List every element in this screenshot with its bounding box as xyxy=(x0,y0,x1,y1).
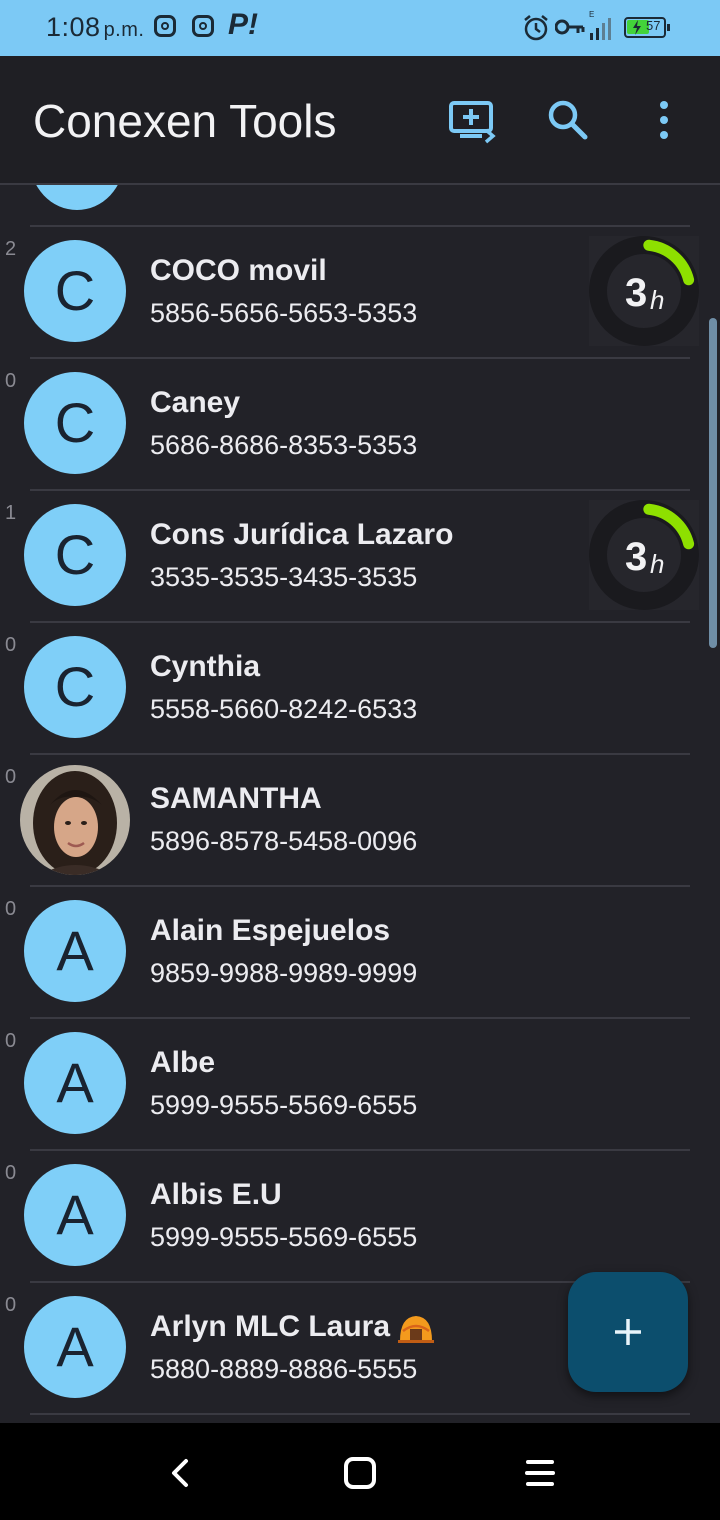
count-label: 0 xyxy=(5,370,17,392)
avatar[interactable]: C xyxy=(24,504,126,606)
count-label: 1 xyxy=(5,502,17,524)
avatar[interactable]: A xyxy=(24,1032,126,1134)
contact-number: 5999-9555-5569-6555 xyxy=(150,1090,418,1120)
contact-name: Cynthia xyxy=(150,650,261,683)
contact-number: 3535-3535-3435-3535 xyxy=(150,562,418,592)
more-vert-icon[interactable] xyxy=(638,94,690,146)
svg-text:E: E xyxy=(589,10,594,19)
scrollbar[interactable] xyxy=(709,318,717,648)
contact-number: 5880-8889-8886-5555 xyxy=(150,1354,418,1384)
divider xyxy=(30,1413,690,1415)
contact-number: 5896-8578-5458-0096 xyxy=(150,826,418,856)
svg-text:h: h xyxy=(650,549,664,579)
hut-icon xyxy=(398,1316,435,1344)
menu-icon[interactable] xyxy=(520,1453,560,1493)
contact-number: 9859-9988-9989-9999 xyxy=(150,958,418,988)
instagram-icon xyxy=(154,15,176,37)
avatar[interactable]: A xyxy=(24,1296,126,1398)
contact-name: Albis E.U xyxy=(150,1178,282,1211)
count-label: 0 xyxy=(5,634,17,656)
avatar[interactable]: A xyxy=(24,1164,126,1266)
contact-name: Alain Espejuelos xyxy=(150,914,391,947)
svg-text:3: 3 xyxy=(625,535,647,579)
contact-name: Arlyn MLC Laura xyxy=(150,1310,435,1344)
avatar[interactable]: A xyxy=(24,900,126,1002)
add-icon xyxy=(615,1319,641,1345)
avatar[interactable]: C xyxy=(24,240,126,342)
add-contact-button[interactable] xyxy=(568,1272,688,1392)
count-label: 0 xyxy=(5,1294,17,1316)
back-icon[interactable] xyxy=(160,1453,200,1493)
contact-number: 5856-5656-5653-5353 xyxy=(150,298,418,328)
status-time: 1:08 p.m. xyxy=(46,12,145,42)
contact-name: SAMANTHA xyxy=(150,782,322,815)
home-icon[interactable] xyxy=(340,1453,380,1493)
avatar[interactable] xyxy=(30,185,124,210)
contact-name: Cons Jurídica Lazaro xyxy=(150,518,454,551)
timer-badge[interactable]: 3 h xyxy=(589,500,699,610)
count-label: 0 xyxy=(5,766,17,788)
list-item[interactable]: 0 A Alain Espejuelos 9859-9988-9989-9999 xyxy=(0,886,720,1018)
signal-icon: E xyxy=(589,10,611,40)
list-item[interactable]: 0 C Cynthia 5558-5660-8242-6533 xyxy=(0,622,720,754)
search-icon[interactable] xyxy=(542,94,594,146)
p-app-icon: P! xyxy=(228,8,258,41)
contact-name: Caney xyxy=(150,386,241,419)
avatar[interactable]: C xyxy=(24,636,126,738)
svg-text:h: h xyxy=(650,285,664,315)
status-bar: 1:08 p.m. P! E 57 xyxy=(0,0,720,56)
app-bar: Conexen Tools xyxy=(0,56,720,185)
list-item[interactable]: 2 C COCO movil 5856-5656-5653-5353 3 h xyxy=(0,226,720,358)
contact-name: Albe xyxy=(150,1046,216,1079)
add-to-screen-icon[interactable] xyxy=(446,94,498,146)
count-label: 0 xyxy=(5,898,17,920)
vpn-key-icon xyxy=(555,19,585,35)
svg-text:3: 3 xyxy=(625,271,647,315)
list-item[interactable]: 1 C Cons Jurídica Lazaro 3535-3535-3435-… xyxy=(0,490,720,622)
navigation-bar xyxy=(0,1423,720,1520)
count-label: 0 xyxy=(5,1030,17,1052)
instagram-icon xyxy=(192,15,214,37)
contact-name: COCO movil xyxy=(150,254,327,287)
list-item[interactable]: 0 SAMANTHA 5896-8578-5458-0096 xyxy=(0,754,720,886)
list-item[interactable]: 0 A Albis E.U 5999-9555-5569-6555 xyxy=(0,1150,720,1282)
timer-badge[interactable]: 3 h xyxy=(589,236,699,346)
alarm-icon xyxy=(524,15,548,41)
contact-list[interactable]: 2 C COCO movil 5856-5656-5653-5353 3 h 0… xyxy=(0,185,720,1423)
avatar[interactable]: C xyxy=(24,372,126,474)
battery-icon: 57 xyxy=(624,17,670,38)
count-label: 0 xyxy=(5,1162,17,1184)
count-label: 2 xyxy=(5,238,17,260)
list-item[interactable]: 0 C Caney 5686-8686-8353-5353 xyxy=(0,358,720,490)
contact-number: 5558-5660-8242-6533 xyxy=(150,694,418,724)
avatar-photo[interactable] xyxy=(20,765,130,875)
list-item[interactable]: 0 A Albe 5999-9555-5569-6555 xyxy=(0,1018,720,1150)
contact-number: 5686-8686-8353-5353 xyxy=(150,430,418,460)
contact-number: 5999-9555-5569-6555 xyxy=(150,1222,418,1252)
app-title: Conexen Tools xyxy=(33,95,337,147)
